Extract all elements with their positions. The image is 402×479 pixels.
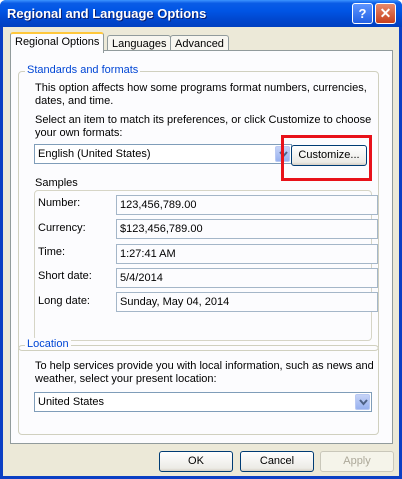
close-button[interactable]: ✕ (375, 3, 396, 24)
tab-regional-options[interactable]: Regional Options (10, 32, 105, 53)
dialog-client-area: Regional Options Languages Advanced Stan… (3, 27, 399, 476)
dialog-window: Regional and Language Options ? ✕ Region… (0, 0, 402, 479)
tab-panel: Standards and formats This option affect… (10, 50, 393, 444)
title-bar[interactable]: Regional and Language Options ? ✕ (0, 0, 402, 27)
select-instruction-line1: Select an item to match its preferences,… (35, 114, 372, 126)
ok-button[interactable]: OK (159, 451, 233, 472)
sample-currency-value: $123,456,789.00 (116, 219, 378, 239)
sample-long-date-label: Long date: (38, 295, 90, 307)
samples-label: Samples (35, 177, 78, 189)
standards-legend: Standards and formats (25, 64, 141, 76)
sample-number-value: 123,456,789.00 (116, 195, 378, 215)
sample-short-date-value: 5/4/2014 (116, 268, 378, 288)
window-title: Regional and Language Options (7, 6, 207, 21)
format-select-value: English (United States) (38, 148, 151, 160)
location-group: Location (18, 338, 379, 435)
chevron-down-icon[interactable] (355, 394, 370, 410)
select-instruction-line2: your own formats: (35, 127, 123, 139)
apply-button[interactable]: Apply (320, 451, 394, 472)
location-description-line2: weather, select your present location: (35, 373, 217, 385)
standards-description-line2: dates, and time. (35, 95, 114, 107)
help-button[interactable]: ? (352, 3, 373, 24)
sample-long-date-value: Sunday, May 04, 2014 (116, 292, 378, 312)
format-select[interactable]: English (United States) (34, 144, 292, 164)
standards-description-line1: This option affects how some programs fo… (35, 82, 367, 94)
location-legend: Location (25, 338, 71, 350)
highlight-box (281, 135, 372, 181)
sample-time-value: 1:27:41 AM (116, 244, 378, 264)
cancel-button[interactable]: Cancel (240, 451, 314, 472)
location-select-value: United States (38, 396, 105, 408)
sample-short-date-label: Short date: (38, 270, 92, 282)
sample-number-label: Number: (38, 197, 81, 209)
location-select[interactable]: United States (34, 392, 372, 412)
sample-time-label: Time: (38, 246, 66, 258)
sample-currency-label: Currency: (38, 222, 86, 234)
location-description-line1: To help services provide you with local … (35, 360, 374, 372)
